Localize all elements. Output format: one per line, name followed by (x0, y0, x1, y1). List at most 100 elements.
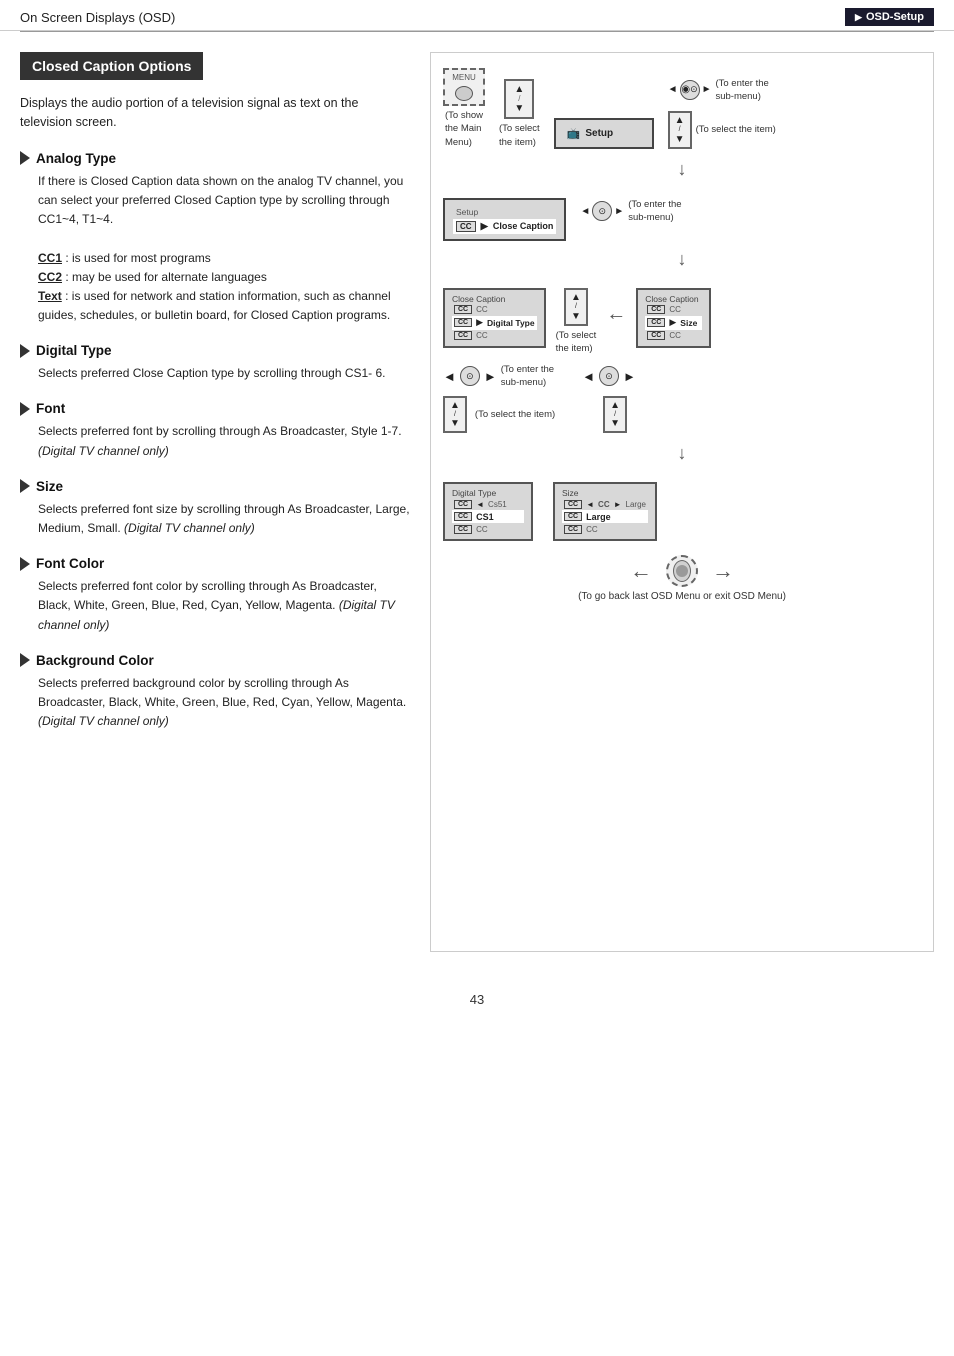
lr-arrows-1: ◄ ⊙ ► (668, 80, 712, 100)
analog-cc2: CC2 : may be used for alternate language… (38, 268, 410, 287)
diagram-section-2: Setup CC ▶ Close Caption ◄ ⊙ ► (443, 198, 921, 270)
dt-badge3: CC (454, 525, 472, 534)
large-row: CC Large (562, 510, 648, 523)
screen2-cc-row: CC ▶ Close Caption (453, 219, 556, 234)
page-number: 43 (0, 972, 954, 1017)
updown-arrows-2: ▲ / ▼ (675, 115, 685, 145)
updown-btn-3c-wrap: ▲ / ▼ (603, 396, 627, 434)
back-text: (To go back last OSD Menu or exit OSD Me… (443, 591, 921, 602)
subsection-body-size: Selects preferred font size by scrolling… (20, 500, 410, 538)
enter-submenu-annotation-3a: (To enter thesub-menu) (501, 363, 554, 390)
subsection-title-font-color: Font Color (36, 556, 104, 571)
arrow-icon-bg-color (20, 653, 30, 667)
section2-right: ◄ ⊙ ► (To enter thesub-menu) (580, 198, 681, 225)
arrow-icon-font (20, 402, 30, 416)
subsection-body-font: Selects preferred font by scrolling thro… (20, 422, 410, 460)
exit-row: ← → (443, 555, 921, 587)
size-row3: CC CC (562, 523, 648, 535)
header-right-badge: OSD-Setup (845, 8, 934, 26)
cc-badge-1: CC (456, 221, 476, 232)
down-arrow-1: ↓ (443, 159, 921, 180)
size-row: CC ▶ Size (645, 316, 702, 330)
menu-annotation: (To showthe MainMenu) (445, 109, 483, 149)
enter-circle-1: ⊙ (680, 80, 700, 100)
exit-inner-circle (676, 565, 688, 577)
bg-color-note: (Digital TV channel only) (38, 714, 169, 728)
dt-row1: CC ◄ Cs51 (452, 498, 524, 510)
arrow-icon-font-color (20, 557, 30, 571)
select-item-annotation-3b: (To select the item) (475, 408, 555, 421)
size-row1: CC ◄ CC ► Large (562, 498, 648, 510)
updown-btn-3b: ▲ / ▼ (443, 396, 467, 434)
analog-text: Text : is used for network and station i… (38, 287, 410, 325)
exit-circle (673, 560, 691, 582)
cc-size-row1: CC CC (645, 304, 702, 316)
subsection-title-analog: Analog Type (36, 151, 116, 166)
analog-body-text: If there is Closed Caption data shown on… (38, 172, 410, 230)
diagram-section-3: Close Caption CC CC CC ▶ Digital Type CC… (443, 288, 921, 465)
cc-badge-5: CC (647, 305, 665, 314)
size-body-text: Selects preferred font size by scrolling… (38, 500, 410, 538)
subsection-title-bg-color: Background Color (36, 653, 154, 668)
enter-submenu-row-2: ◄ ⊙ ► (To enter thesub-menu) (580, 198, 681, 225)
updown-btn-2: ▲ / ▼ (668, 111, 692, 149)
updown-btn-3: ▲ / ▼ (564, 288, 588, 326)
enter-submenu-annotation-2: (To enter thesub-menu) (628, 198, 681, 225)
subsection-title-size: Size (36, 479, 63, 494)
dt-submenu-title: Digital Type (452, 488, 524, 498)
subsection-body-analog: If there is Closed Caption data shown on… (20, 172, 410, 326)
subsection-header-font: Font (20, 401, 410, 416)
cc-screen-other-row: CC CC (452, 330, 537, 342)
cc-badge-6: CC (647, 318, 665, 327)
subsection-header-size: Size (20, 479, 410, 494)
font-color-body-text: Selects preferred font color by scrollin… (38, 577, 410, 635)
size-badge2: CC (564, 512, 582, 521)
down-arrow-2: ↓ (443, 249, 921, 270)
cc-screen-left-title: Close Caption (452, 294, 537, 304)
select-item-annotation-1: (To select the item) (696, 123, 776, 136)
digital-type-submenu: Digital Type CC ◄ Cs51 CC CS1 CC CC (443, 482, 533, 541)
setup-cc-screen: Setup CC ▶ Close Caption (443, 198, 566, 241)
cc-digital-screen-left: Close Caption CC CC CC ▶ Digital Type CC… (443, 288, 546, 348)
arrow-icon-size (20, 479, 30, 493)
cc-screen-right-title: Close Caption (645, 294, 702, 304)
right-column-diagram: MENU (To showthe MainMenu) ▲ / ▼ (To (430, 52, 934, 952)
updown-arrows-3: ▲ / ▼ (571, 292, 581, 322)
updown-arrows: ▲ / ▼ (514, 84, 524, 115)
screen2-header: Setup (453, 205, 556, 219)
updown-annotation: (To selectthe item) (499, 122, 540, 149)
subsection-header-analog: Analog Type (20, 151, 410, 166)
enter-submenu-section3: ◄ ⊙ ► (To enter thesub-menu) ◄ ⊙ ► (443, 363, 921, 390)
select-item-row-1: ▲ / ▼ (To select the item) (668, 111, 776, 149)
cc-badge-7: CC (647, 331, 665, 340)
analog-cc1: CC1 : is used for most programs (38, 249, 410, 268)
enter-submenu-row-3a: ◄ ⊙ ► (To enter thesub-menu) (443, 363, 554, 390)
size-submenu: Size CC ◄ CC ► Large CC Large CC CC (553, 482, 657, 541)
select-item-section3: ▲ / ▼ (To select the item) ▲ / ▼ (443, 396, 921, 434)
enter-submenu-row-3b: ◄ ⊙ ► (582, 366, 636, 386)
subsection-analog-type: Analog Type If there is Closed Caption d… (20, 151, 410, 326)
intro-text: Displays the audio portion of a televisi… (20, 94, 410, 133)
updown-button: ▲ / ▼ (504, 79, 534, 120)
menu-dashed-button: MENU (443, 68, 485, 106)
dt-badge1: CC (454, 500, 472, 509)
diagram-section-4: Digital Type CC ◄ Cs51 CC CS1 CC CC (443, 482, 921, 602)
main-content: Closed Caption Options Displays the audi… (0, 32, 954, 972)
left-column: Closed Caption Options Displays the audi… (20, 52, 410, 952)
enter-circle-3b: ⊙ (599, 366, 619, 386)
subsection-size: Size Selects preferred font size by scro… (20, 479, 410, 538)
section-title: Closed Caption Options (20, 52, 203, 80)
cc-size-screen-right: Close Caption CC CC CC ▶ Size CC CC (636, 288, 711, 348)
subsection-title-digital: Digital Type (36, 343, 112, 358)
subsection-header-digital: Digital Type (20, 343, 410, 358)
updown-arrows-3c: ▲ / ▼ (610, 400, 620, 430)
enter-circle-3a: ⊙ (460, 366, 480, 386)
select-section-3: ▲ / ▼ (To selectthe item) (556, 288, 597, 355)
size-badge1: CC (564, 500, 582, 509)
updown-arrows-3b: ▲ / ▼ (450, 400, 460, 430)
cc-badge-2: CC (454, 305, 472, 314)
subsection-font: Font Selects preferred font by scrolling… (20, 401, 410, 460)
updown-btn-3c: ▲ / ▼ (603, 396, 627, 434)
back-arrow-left: ← (606, 303, 626, 326)
digital-type-row: CC ▶ Digital Type (452, 316, 537, 330)
